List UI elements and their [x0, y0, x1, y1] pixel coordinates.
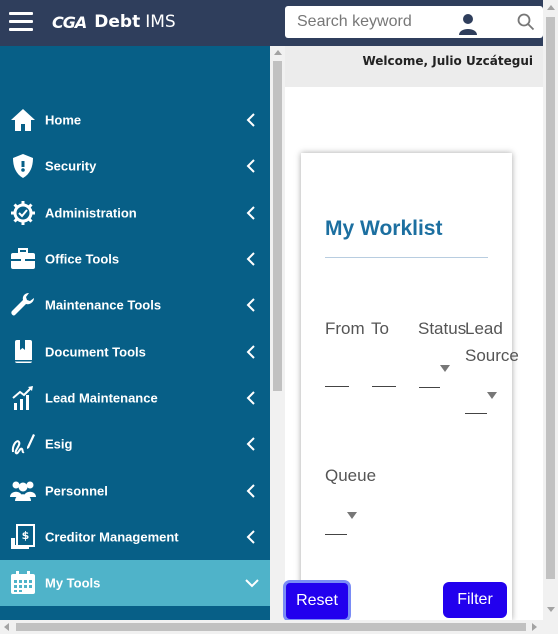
shield-icon	[10, 153, 36, 179]
queue-select[interactable]	[325, 534, 347, 535]
scroll-right-arrow-icon[interactable]	[532, 623, 537, 631]
logo-mark: CGA	[52, 12, 87, 32]
chevron-down-icon	[245, 579, 259, 588]
user-icon[interactable]	[458, 13, 478, 35]
queue-dropdown-arrow-icon[interactable]	[347, 512, 357, 519]
chevron-left-icon	[246, 391, 255, 405]
sidebar: Home Security Administration Office Tool…	[0, 46, 270, 634]
sidebar-item-label: My Tools	[45, 575, 101, 591]
svg-text:$: $	[22, 529, 30, 542]
sidebar-item-label: Creditor Management	[45, 529, 179, 545]
welcome-text: Welcome, Julio Uzcátegui	[362, 54, 533, 68]
scroll-up-arrow-icon[interactable]	[547, 5, 555, 10]
inner-vertical-scrollbar[interactable]	[270, 46, 285, 620]
home-icon	[10, 107, 36, 133]
top-bar: CGA Debt IMS	[0, 0, 558, 46]
sidebar-item-label: Administration	[45, 205, 137, 221]
sidebar-item-my-tools[interactable]: My Tools	[0, 559, 270, 607]
sidebar-item-document-tools[interactable]: Document Tools	[0, 328, 270, 374]
page-horizontal-scrollbar[interactable]	[0, 620, 558, 634]
people-icon	[10, 478, 36, 504]
calendar-icon	[10, 570, 36, 596]
sidebar-item-home[interactable]: Home	[0, 97, 270, 143]
sidebar-item-label: Document Tools	[45, 344, 146, 360]
sidebar-item-office-tools[interactable]: Office Tools	[0, 236, 270, 282]
chevron-left-icon	[246, 113, 255, 127]
logo-sub: IMS	[145, 12, 176, 32]
from-label: From	[325, 319, 365, 338]
scrollbar-thumb[interactable]	[16, 623, 526, 631]
chevron-left-icon	[246, 159, 255, 174]
sidebar-item-label: Office Tools	[45, 251, 120, 267]
bookmark-book-icon	[10, 339, 36, 365]
lead-source-label-line1: Lead	[465, 319, 503, 338]
to-label: To	[371, 319, 389, 338]
filter-button[interactable]: Filter	[443, 582, 507, 618]
document-dollar-icon: $	[10, 523, 36, 550]
page-vertical-scrollbar[interactable]	[543, 0, 558, 620]
sidebar-item-label: Security	[45, 158, 97, 174]
sidebar-item-label: Maintenance Tools	[45, 297, 162, 313]
chevron-left-icon	[246, 298, 255, 313]
welcome-bar: Welcome, Julio Uzcátegui	[285, 46, 543, 76]
lead-source-select[interactable]	[465, 413, 487, 414]
page-title: My Worklist	[325, 217, 443, 240]
chevron-left-icon	[246, 206, 255, 220]
chevron-left-icon	[246, 344, 255, 359]
app-root: CGA Debt IMS Home	[0, 0, 558, 634]
scroll-down-arrow-icon[interactable]	[547, 607, 555, 612]
growth-chart-icon	[10, 385, 36, 411]
toolbox-icon	[10, 246, 36, 272]
queue-label: Queue	[325, 466, 377, 485]
sidebar-item-personnel[interactable]: Personnel	[0, 467, 270, 513]
status-select[interactable]	[419, 387, 440, 388]
search-input[interactable]	[285, 6, 485, 38]
lead-source-dropdown-arrow-icon[interactable]	[487, 392, 497, 399]
scrollbar-thumb[interactable]	[546, 17, 555, 579]
reset-button[interactable]: Reset	[286, 583, 348, 619]
status-dropdown-arrow-icon[interactable]	[440, 365, 450, 372]
search-icon[interactable]	[517, 13, 535, 31]
from-date-field[interactable]	[325, 386, 349, 387]
search-box	[285, 6, 543, 38]
chevron-left-icon	[246, 252, 255, 266]
sidebar-item-esig[interactable]: Esig	[0, 421, 270, 467]
wrench-icon	[10, 292, 36, 318]
sidebar-item-administration[interactable]: Administration	[0, 190, 270, 236]
scroll-up-arrow-icon[interactable]	[274, 50, 282, 55]
to-date-field[interactable]	[372, 386, 396, 387]
scroll-left-arrow-icon[interactable]	[4, 623, 9, 631]
sidebar-item-lead-maintenance[interactable]: Lead Maintenance	[0, 375, 270, 421]
sidebar-item-label: Home	[45, 112, 82, 128]
sidebar-item-security[interactable]: Security	[0, 143, 270, 189]
chevron-left-icon	[246, 437, 255, 451]
scrollbar-thumb[interactable]	[273, 61, 282, 391]
chevron-left-icon	[246, 530, 255, 544]
status-label: Status	[418, 319, 467, 338]
app-logo[interactable]: CGA Debt IMS	[52, 11, 176, 33]
lead-source-label-line2: Source	[465, 346, 519, 365]
chevron-left-icon	[246, 483, 255, 498]
sidebar-item-label: Lead Maintenance	[45, 390, 158, 406]
signature-icon	[10, 431, 36, 457]
sidebar-item-label: Esig	[45, 436, 73, 452]
sidebar-item-maintenance-tools[interactable]: Maintenance Tools	[0, 282, 270, 328]
title-divider	[325, 257, 488, 258]
logo-brand: Debt	[94, 12, 141, 32]
sidebar-item-creditor-management[interactable]: $ Creditor Management	[0, 514, 270, 560]
hamburger-menu-icon[interactable]	[9, 12, 33, 32]
gear-check-icon	[10, 200, 36, 226]
worklist-card: My Worklist From To Status Lead Source Q…	[301, 153, 519, 620]
sidebar-menu: Home Security Administration Office Tool…	[0, 97, 270, 607]
sidebar-item-label: Personnel	[45, 483, 108, 499]
